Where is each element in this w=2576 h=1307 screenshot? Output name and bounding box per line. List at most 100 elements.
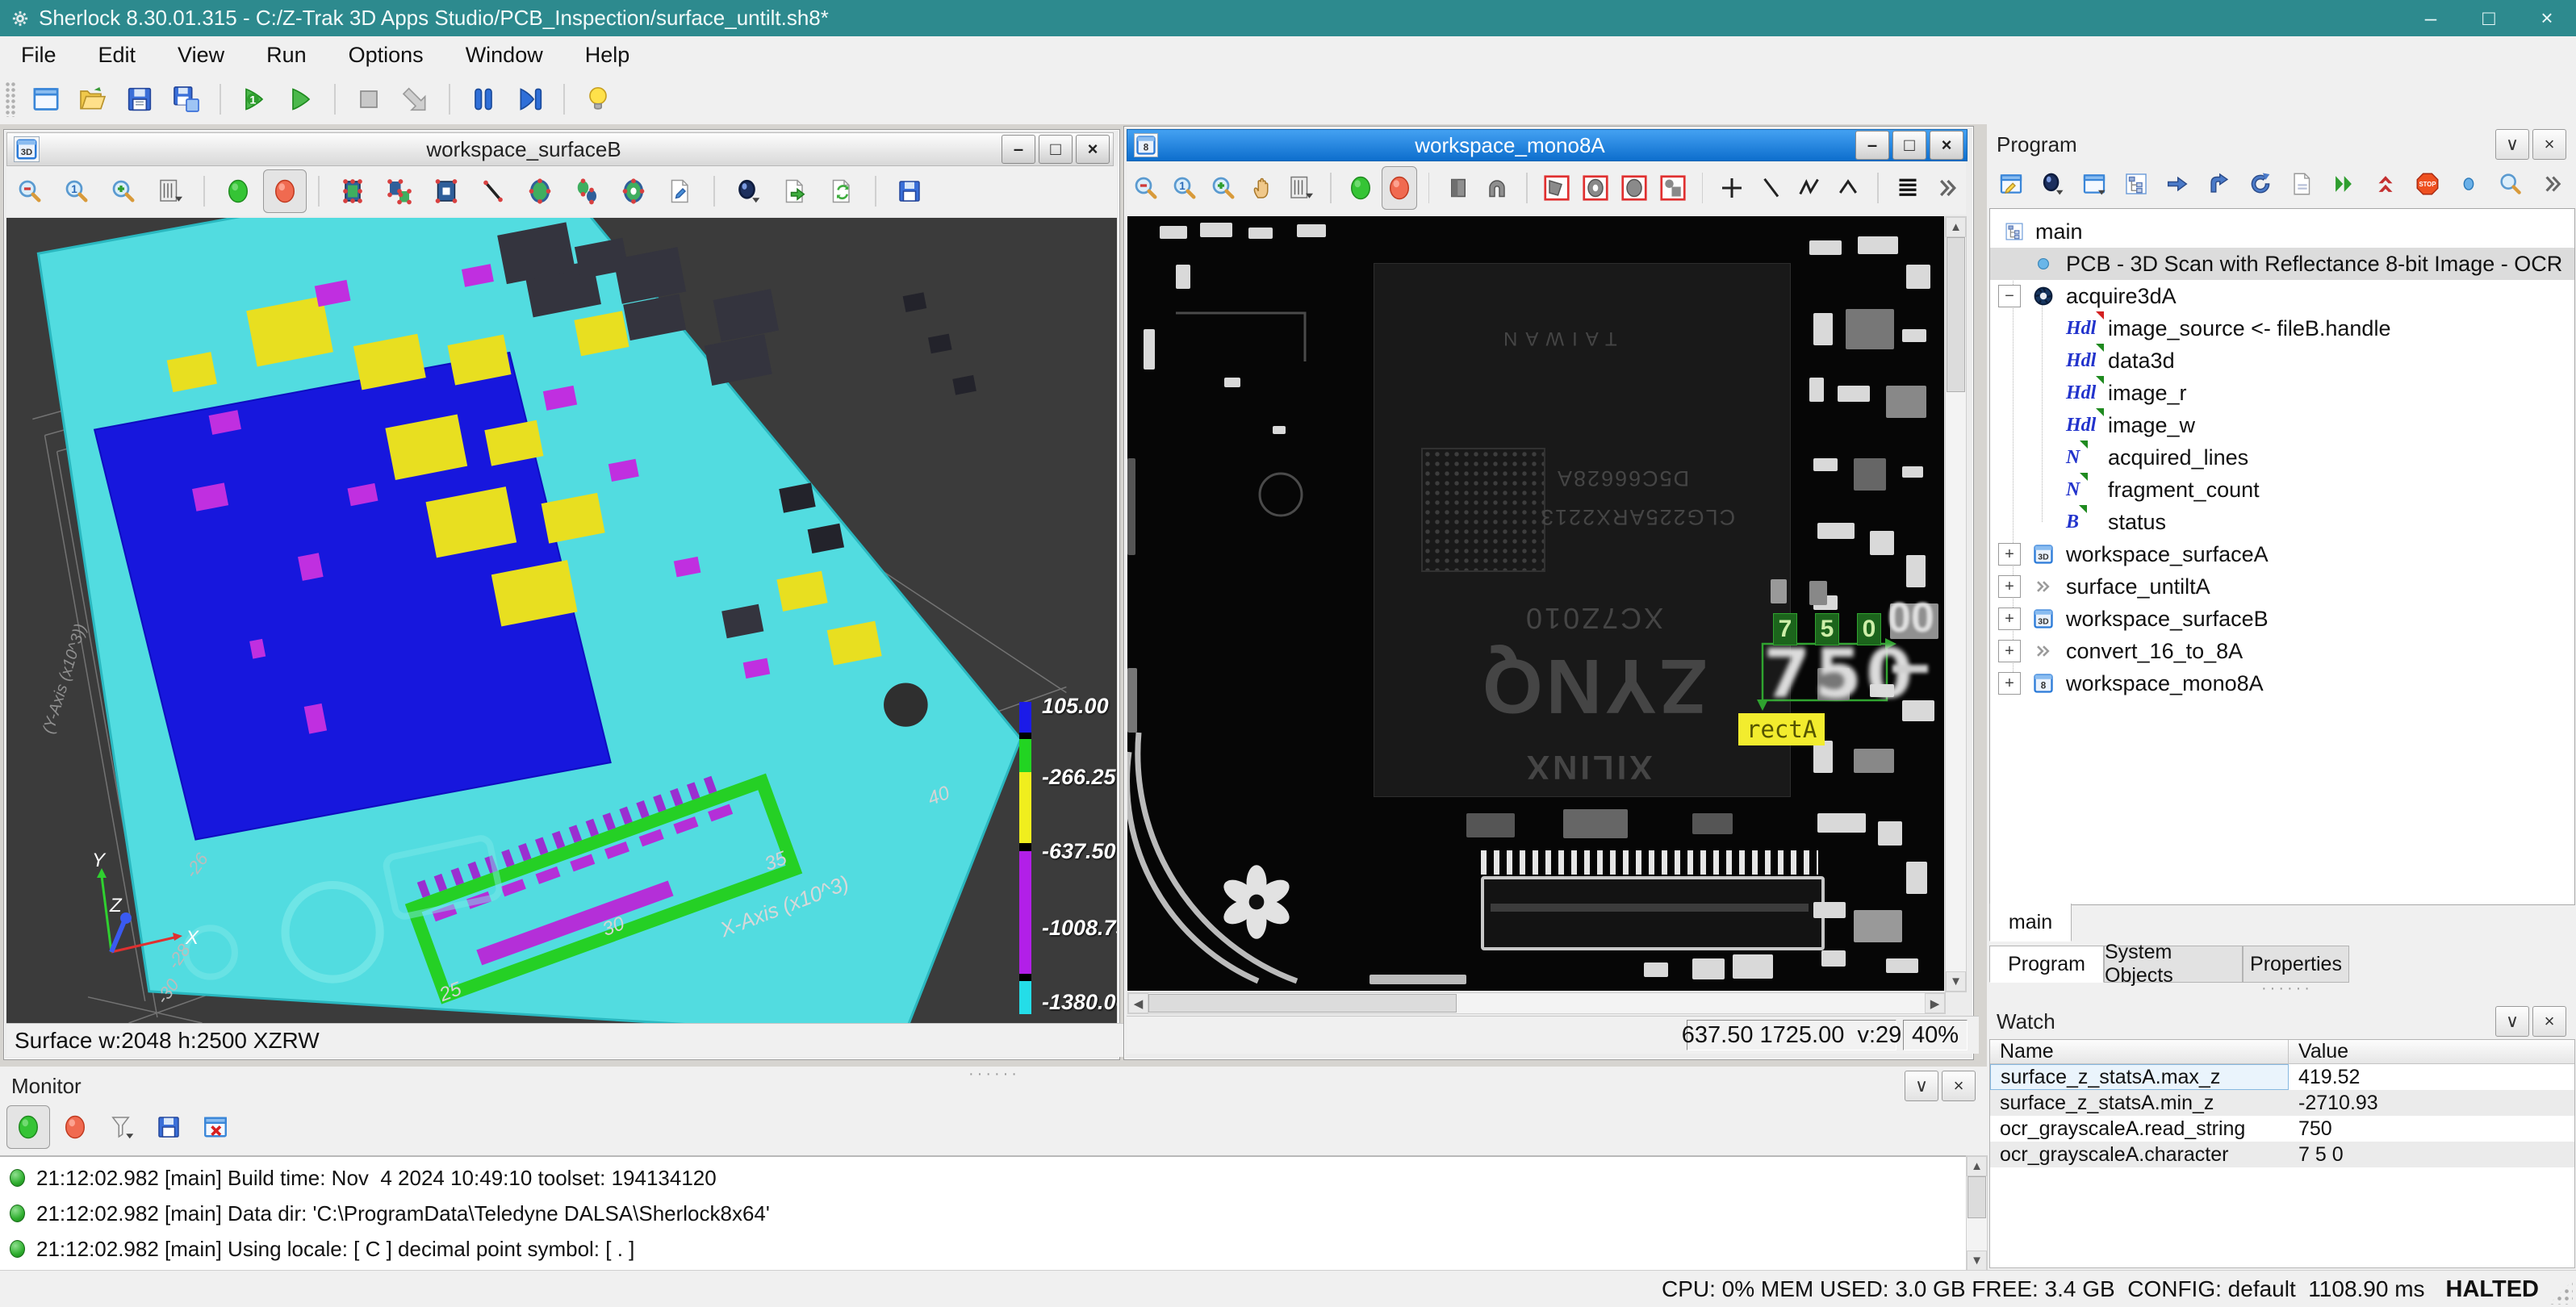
menu-options[interactable]: Options xyxy=(328,43,445,68)
scroll-left-arrow-icon[interactable]: ◀ xyxy=(1128,993,1148,1013)
scroll-down-arrow-icon[interactable]: ▼ xyxy=(1946,971,1966,992)
rect-roi-icon[interactable] xyxy=(331,169,374,213)
save-program-icon[interactable] xyxy=(118,77,161,121)
zoom-in-icon[interactable] xyxy=(102,169,145,213)
polyline-icon[interactable] xyxy=(1792,166,1827,210)
run-icon[interactable] xyxy=(279,77,323,121)
branch-icon[interactable] xyxy=(2200,162,2239,206)
mask-rect-icon[interactable] xyxy=(1441,166,1476,210)
monitor-close-button[interactable]: × xyxy=(1942,1071,1976,1101)
break-icon[interactable] xyxy=(2366,162,2405,206)
menu-help[interactable]: Help xyxy=(564,43,651,68)
line-profile-icon[interactable] xyxy=(1890,166,1926,210)
watch-row[interactable]: surface_z_statsA.max_z419.52 xyxy=(1990,1064,2574,1090)
surfaceB-maximize-button[interactable]: □ xyxy=(1039,135,1073,164)
mono8-image-view[interactable]: TAIWAND5C66628ACLG225ARX2213XC7Z010ZYNQX… xyxy=(1127,216,1944,991)
mask-arch-icon[interactable] xyxy=(1479,166,1515,210)
new-program-icon[interactable] xyxy=(24,77,68,121)
app-maximize-button[interactable]: □ xyxy=(2460,0,2518,36)
ellipse-mask-icon[interactable] xyxy=(1616,166,1652,210)
mono8A-horizontal-scrollbar[interactable]: ◀ ▶ xyxy=(1127,992,1946,1014)
tree-item-acquired-lines[interactable]: Nacquired_lines xyxy=(1990,441,2574,474)
monitor-collapse-button[interactable]: ∨ xyxy=(1905,1071,1938,1101)
open-program-icon[interactable] xyxy=(71,77,115,121)
menu-view[interactable]: View xyxy=(157,43,245,68)
save-as-icon[interactable] xyxy=(165,77,208,121)
tree-item-image-r[interactable]: Hdlimage_r xyxy=(1990,377,2574,409)
angle-icon[interactable] xyxy=(1830,166,1866,210)
reload-image-icon[interactable] xyxy=(820,169,864,213)
mono8A-close-button[interactable]: × xyxy=(1930,131,1963,160)
zoom-reset-icon[interactable]: 1 xyxy=(1167,166,1202,210)
menu-window[interactable]: Window xyxy=(445,43,564,68)
tree-item-workspace-surfaceb[interactable]: +3Dworkspace_surfaceB xyxy=(1990,603,2574,635)
scroll-right-arrow-icon[interactable]: ▶ xyxy=(1925,993,1945,1013)
save-image-icon[interactable] xyxy=(888,169,931,213)
tree-item-pcb-3d-scan-with-reflectance-8-bit-image-ocr[interactable]: PCB - 3D Scan with Reflectance 8-bit Ima… xyxy=(1990,248,2574,280)
live-icon[interactable] xyxy=(1343,166,1378,210)
step-icon[interactable] xyxy=(508,77,552,121)
watch-column-name[interactable]: Name xyxy=(1990,1040,2289,1064)
expand-expander-icon[interactable]: + xyxy=(1998,640,2021,662)
freeze-icon[interactable] xyxy=(1382,166,1417,210)
tree-item-data3d[interactable]: Hdldata3d xyxy=(1990,344,2574,377)
goto-icon[interactable] xyxy=(2158,162,2197,206)
tree-item-surface-untilta[interactable]: +surface_untiltA xyxy=(1990,570,2574,603)
poly-mask-icon[interactable] xyxy=(1539,166,1574,210)
abort-icon[interactable] xyxy=(394,77,437,121)
stop-icon[interactable] xyxy=(347,77,391,121)
program-close-button[interactable]: × xyxy=(2532,129,2566,160)
monitor-scroll-thumb[interactable] xyxy=(1968,1176,1986,1218)
mono8A-vertical-scrollbar[interactable]: ▲ ▼ xyxy=(1945,216,1967,992)
watch-row[interactable]: ocr_grayscaleA.read_string750 xyxy=(1990,1116,2574,1142)
tree-item-workspace-surfacea[interactable]: +3Dworkspace_surfaceA xyxy=(1990,538,2574,570)
line-icon[interactable] xyxy=(1753,166,1788,210)
find-icon[interactable] xyxy=(2491,162,2530,206)
scroll-up-arrow-icon[interactable]: ▲ xyxy=(1967,1156,1987,1176)
more-icon[interactable] xyxy=(2533,162,2572,206)
tab-properties[interactable]: Properties xyxy=(2243,946,2349,983)
filter-icon[interactable] xyxy=(100,1105,144,1149)
mono8A-maximize-button[interactable]: □ xyxy=(1892,131,1926,160)
breakpoint-icon[interactable] xyxy=(2449,162,2488,206)
menu-edit[interactable]: Edit xyxy=(77,43,157,68)
tree-item-fragment-count[interactable]: Nfragment_count xyxy=(1990,474,2574,506)
pixel-grid-icon[interactable] xyxy=(1283,166,1319,210)
zoom-out-icon[interactable] xyxy=(1128,166,1164,210)
mono8A-titlebar[interactable]: 8 workspace_mono8A –□× xyxy=(1127,129,1968,161)
tree-item-main[interactable]: main xyxy=(1990,215,2574,248)
tree-item-status[interactable]: Bstatus xyxy=(1990,506,2574,538)
surface-3d-view[interactable]: X-Axis (x10^3) (Y-Axis (x10^3)) Y Z X 10… xyxy=(6,218,1117,1023)
flowchart-icon[interactable] xyxy=(2117,162,2156,206)
rect-donut-roi-icon[interactable] xyxy=(424,169,468,213)
live-icon[interactable] xyxy=(216,169,260,213)
freeze-icon[interactable] xyxy=(263,169,307,213)
surfaceB-close-button[interactable]: × xyxy=(1076,135,1110,164)
menu-file[interactable]: File xyxy=(0,43,77,68)
expand-expander-icon[interactable]: + xyxy=(1998,608,2021,630)
surfaceB-titlebar[interactable]: 3D workspace_surfaceB –□× xyxy=(6,132,1114,166)
pause-icon[interactable] xyxy=(462,77,505,121)
pan-icon[interactable] xyxy=(1244,166,1280,210)
app-close-button[interactable]: × xyxy=(2518,0,2576,36)
tree-item-acquire3da[interactable]: −acquire3dA xyxy=(1990,280,2574,312)
clear-log-icon[interactable] xyxy=(194,1105,237,1149)
window-icon[interactable] xyxy=(2075,162,2114,206)
pixel-grid-icon[interactable] xyxy=(148,169,192,213)
tree-item-image-w[interactable]: Hdlimage_w xyxy=(1990,409,2574,441)
tip-icon[interactable] xyxy=(576,77,620,121)
stop-log-icon[interactable] xyxy=(53,1105,97,1149)
watch-close-button[interactable]: × xyxy=(2532,1006,2566,1037)
export-image-icon[interactable] xyxy=(773,169,817,213)
collapse-expander-icon[interactable]: − xyxy=(1998,285,2021,307)
halt-icon[interactable]: STOP xyxy=(2408,162,2447,206)
horizontal-scroll-thumb[interactable] xyxy=(1148,994,1457,1013)
run-once-icon[interactable]: 1 xyxy=(232,77,276,121)
start-log-icon[interactable] xyxy=(6,1105,50,1149)
tab-program[interactable]: Program xyxy=(1989,946,2104,983)
ellipse-donut-roi-icon[interactable] xyxy=(612,169,655,213)
save-log-icon[interactable] xyxy=(147,1105,190,1149)
edit-roi-icon[interactable] xyxy=(659,169,702,213)
app-minimize-button[interactable]: – xyxy=(2402,0,2460,36)
expand-expander-icon[interactable]: + xyxy=(1998,672,2021,695)
